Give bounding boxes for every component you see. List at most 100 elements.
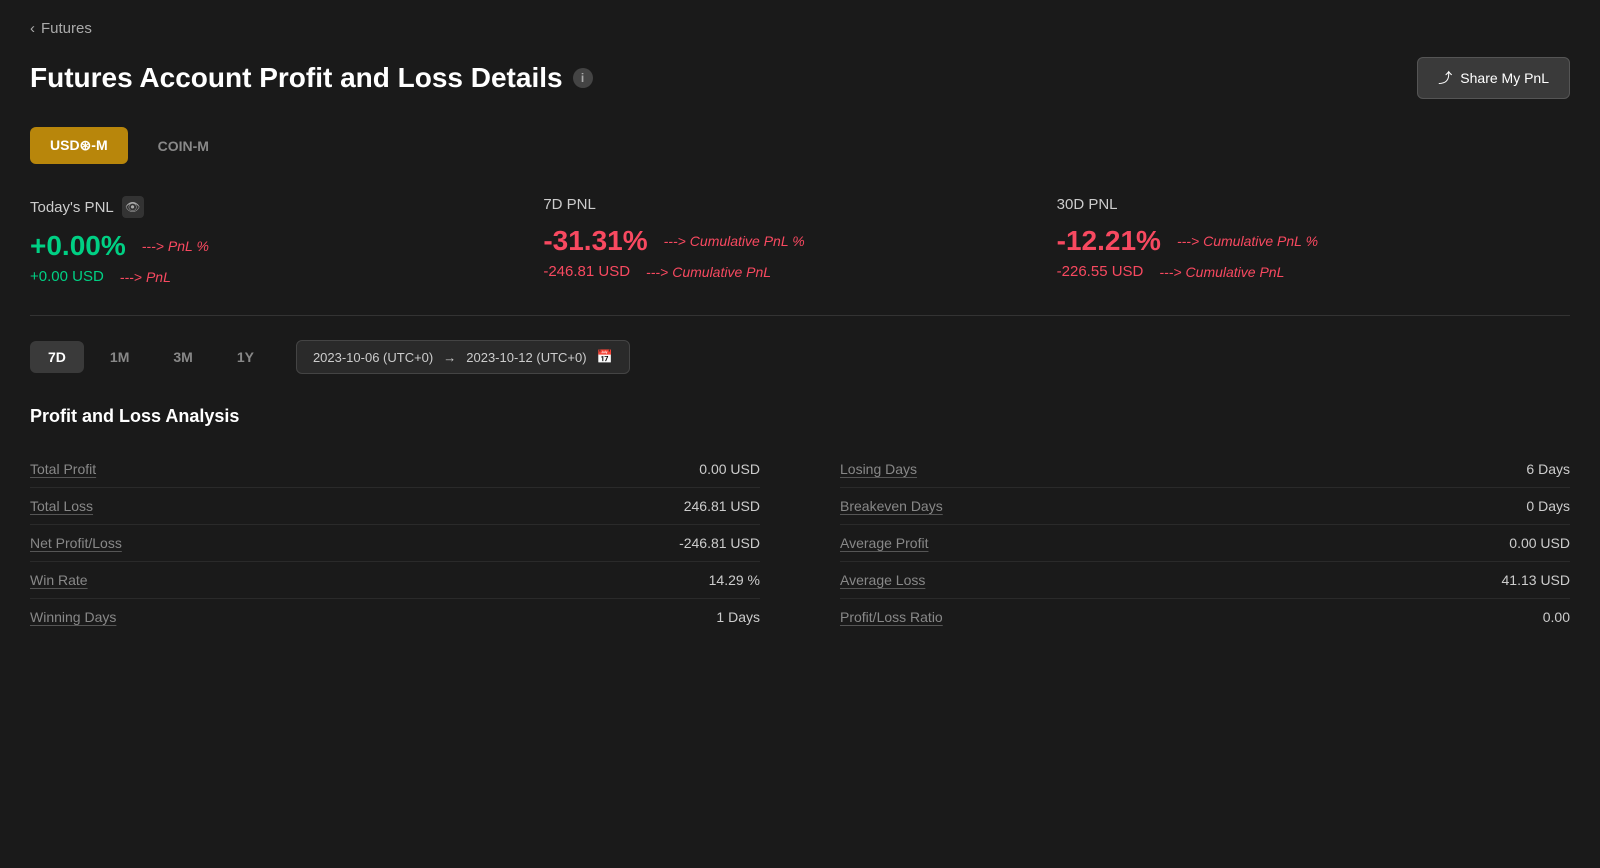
breakeven-days-value: 0 Days [1526, 498, 1570, 514]
30d-pnl-sub-arrow: ---> [1159, 264, 1181, 280]
today-pnl-sub-value: +0.00 USD [30, 268, 104, 285]
30d-pnl-label-text: 30D PNL [1057, 196, 1118, 213]
date-range-arrow: → [443, 350, 456, 365]
table-row: Profit/Loss Ratio 0.00 [840, 599, 1570, 635]
7d-pnl-sub-arrow-label[interactable]: ---> Cumulative PnL [646, 264, 771, 280]
30d-pnl-main-value: -12.21% [1057, 225, 1161, 257]
30d-pnl-sub-value: -226.55 USD [1057, 263, 1144, 280]
7d-pnl-sub-link: Cumulative PnL [672, 264, 771, 280]
winning-days-value: 1 Days [716, 609, 760, 625]
analysis-section: Profit and Loss Analysis Total Profit 0.… [30, 406, 1570, 635]
today-pnl-main-value: +0.00% [30, 230, 126, 262]
7d-pnl-arrow-label[interactable]: ---> Cumulative PnL % [664, 233, 805, 249]
7d-pnl-link: Cumulative PnL % [690, 233, 805, 249]
7d-pnl-main-row: -31.31% ---> Cumulative PnL % [543, 225, 1016, 257]
7d-pnl-arrow: ---> [664, 233, 686, 249]
analysis-grid: Total Profit 0.00 USD Total Loss 246.81 … [30, 451, 1570, 635]
30d-pnl-link: Cumulative PnL % [1203, 233, 1318, 249]
share-button-label: Share My PnL [1460, 70, 1549, 86]
date-range-start: 2023-10-06 (UTC+0) [313, 350, 433, 365]
header-row: Futures Account Profit and Loss Details … [30, 57, 1570, 99]
7d-pnl-main-value: -31.31% [543, 225, 647, 257]
today-pnl-arrow-label[interactable]: ---> PnL % [142, 238, 209, 254]
average-profit-value: 0.00 USD [1509, 535, 1570, 551]
today-pnl-sub-link: PnL [146, 269, 171, 285]
period-1m-button[interactable]: 1M [92, 341, 147, 373]
tabs-row: USD⊛-M COIN-M [30, 127, 1570, 164]
table-row: Average Profit 0.00 USD [840, 525, 1570, 562]
winning-days-key: Winning Days [30, 609, 116, 625]
period-row: 7D 1M 3M 1Y 2023-10-06 (UTC+0) → 2023-10… [30, 340, 1570, 374]
period-1y-button[interactable]: 1Y [219, 341, 272, 373]
today-pnl-sub-row: +0.00 USD ---> PnL [30, 268, 503, 285]
average-loss-value: 41.13 USD [1502, 572, 1570, 588]
analysis-right-col: Losing Days 6 Days Breakeven Days 0 Days… [840, 451, 1570, 635]
table-row: Breakeven Days 0 Days [840, 488, 1570, 525]
share-button[interactable]: ⤴ Share My PnL [1417, 57, 1570, 99]
period-7d-button[interactable]: 7D [30, 341, 84, 373]
tab-usds-m-label: USD⊛-M [50, 137, 108, 153]
losing-days-key: Losing Days [840, 461, 917, 477]
average-profit-key: Average Profit [840, 535, 928, 551]
period-1m-label: 1M [110, 349, 129, 365]
30d-pnl-sub-row: -226.55 USD ---> Cumulative PnL [1057, 263, 1530, 280]
losing-days-value: 6 Days [1526, 461, 1570, 477]
table-row: Average Loss 41.13 USD [840, 562, 1570, 599]
today-pnl-link: PnL % [168, 238, 209, 254]
period-3m-button[interactable]: 3M [155, 341, 210, 373]
30d-pnl-label: 30D PNL [1057, 196, 1530, 213]
calendar-icon: 📅 [597, 349, 613, 365]
page-title-text: Futures Account Profit and Loss Details [30, 62, 563, 94]
date-range-end: 2023-10-12 (UTC+0) [466, 350, 586, 365]
net-profit-value: -246.81 USD [679, 535, 760, 551]
today-pnl-label-text: Today's PNL [30, 199, 114, 216]
7d-pnl-block: 7D PNL -31.31% ---> Cumulative PnL % -24… [543, 196, 1056, 291]
30d-pnl-main-row: -12.21% ---> Cumulative PnL % [1057, 225, 1530, 257]
today-pnl-arrow: ---> [142, 238, 164, 254]
30d-pnl-arrow-label[interactable]: ---> Cumulative PnL % [1177, 233, 1318, 249]
average-loss-key: Average Loss [840, 572, 925, 588]
total-profit-value: 0.00 USD [699, 461, 760, 477]
today-pnl-sub-arrow-label[interactable]: ---> PnL [120, 269, 171, 285]
table-row: Losing Days 6 Days [840, 451, 1570, 488]
date-range-picker[interactable]: 2023-10-06 (UTC+0) → 2023-10-12 (UTC+0) … [296, 340, 630, 374]
period-3m-label: 3M [173, 349, 192, 365]
total-loss-key: Total Loss [30, 498, 93, 514]
back-nav[interactable]: ‹ Futures [30, 20, 1570, 37]
30d-pnl-arrow: ---> [1177, 233, 1199, 249]
pnl-section: Today's PNL 👁 +0.00% ---> PnL % +0.00 US… [30, 196, 1570, 291]
back-arrow-icon: ‹ [30, 20, 35, 37]
tab-coin-m-label: COIN-M [158, 138, 209, 154]
table-row: Winning Days 1 Days [30, 599, 760, 635]
table-row: Net Profit/Loss -246.81 USD [30, 525, 760, 562]
period-1y-label: 1Y [237, 349, 254, 365]
section-divider [30, 315, 1570, 316]
tab-usds-m[interactable]: USD⊛-M [30, 127, 128, 164]
today-pnl-block: Today's PNL 👁 +0.00% ---> PnL % +0.00 US… [30, 196, 543, 291]
total-profit-key: Total Profit [30, 461, 96, 477]
today-pnl-main-row: +0.00% ---> PnL % [30, 230, 503, 262]
table-row: Total Loss 246.81 USD [30, 488, 760, 525]
profit-loss-ratio-key: Profit/Loss Ratio [840, 609, 943, 625]
eye-icon[interactable]: 👁 [122, 196, 144, 218]
table-row: Win Rate 14.29 % [30, 562, 760, 599]
breakeven-days-key: Breakeven Days [840, 498, 943, 514]
7d-pnl-sub-value: -246.81 USD [543, 263, 630, 280]
7d-pnl-sub-arrow: ---> [646, 264, 668, 280]
share-icon: ⤴ [1438, 68, 1452, 88]
analysis-left-col: Total Profit 0.00 USD Total Loss 246.81 … [30, 451, 760, 635]
7d-pnl-sub-row: -246.81 USD ---> Cumulative PnL [543, 263, 1016, 280]
table-row: Total Profit 0.00 USD [30, 451, 760, 488]
page-title: Futures Account Profit and Loss Details … [30, 62, 593, 94]
30d-pnl-sub-arrow-label[interactable]: ---> Cumulative PnL [1159, 264, 1284, 280]
tab-coin-m[interactable]: COIN-M [138, 127, 229, 164]
today-pnl-label: Today's PNL 👁 [30, 196, 503, 218]
info-icon[interactable]: i [573, 68, 593, 88]
7d-pnl-label: 7D PNL [543, 196, 1016, 213]
back-nav-label: Futures [41, 20, 92, 37]
net-profit-key: Net Profit/Loss [30, 535, 122, 551]
analysis-title: Profit and Loss Analysis [30, 406, 1570, 427]
win-rate-key: Win Rate [30, 572, 88, 588]
7d-pnl-label-text: 7D PNL [543, 196, 596, 213]
30d-pnl-block: 30D PNL -12.21% ---> Cumulative PnL % -2… [1057, 196, 1570, 291]
